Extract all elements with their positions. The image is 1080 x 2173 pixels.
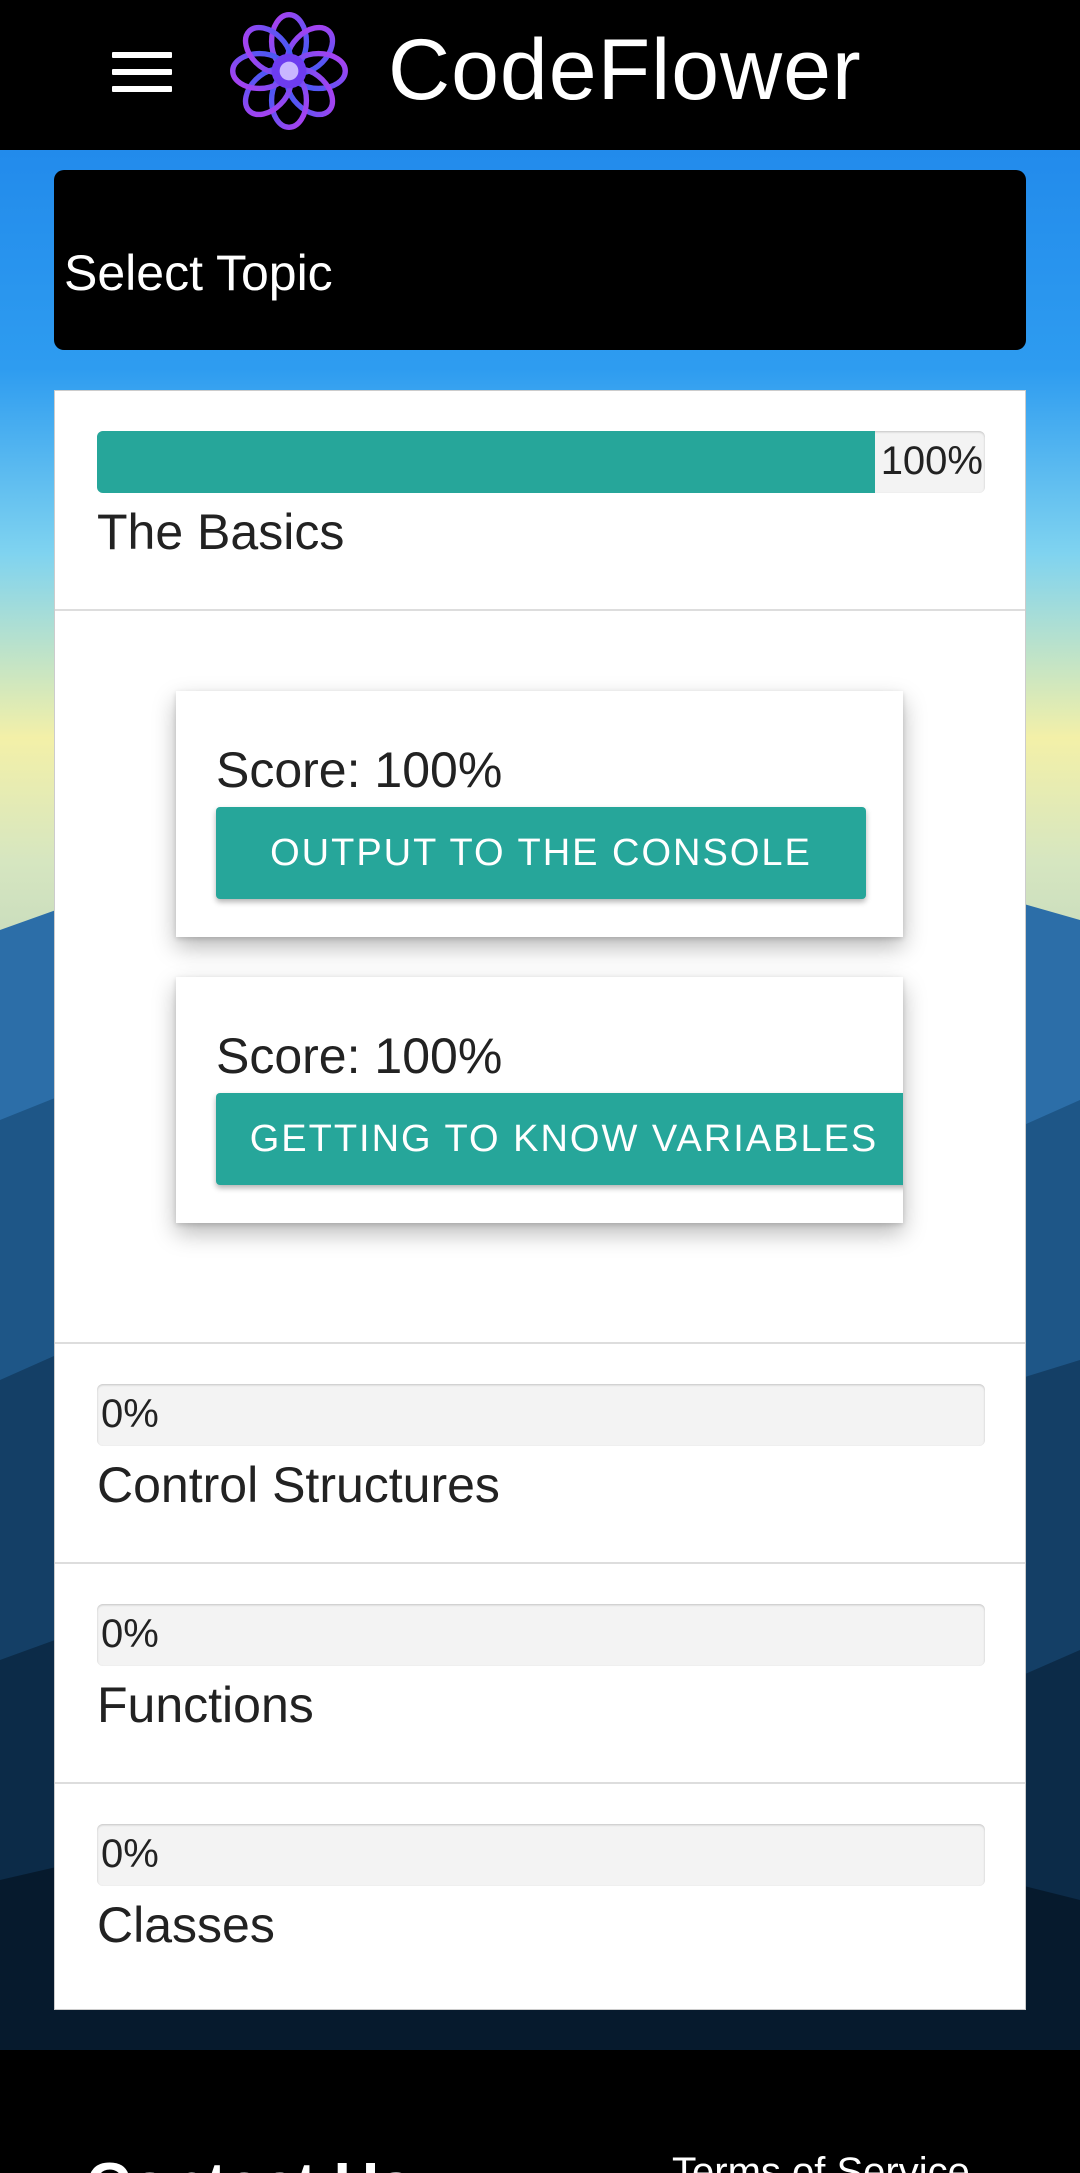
progress-percent: 0% <box>101 1612 159 1656</box>
topic-name: Classes <box>97 1897 275 1953</box>
lesson-score: Score: 100% <box>216 742 503 798</box>
output-to-the-console-button[interactable]: OUTPUT TO THE CONSOLE <box>216 807 866 899</box>
lesson-card: Score: 100% GETTING TO KNOW VARIABLES <box>176 977 903 1223</box>
progress-bar: 0% <box>97 1384 985 1446</box>
top-app-bar: CodeFlower <box>0 0 1080 150</box>
topic-control-structures[interactable]: 0% Control Structures <box>55 1344 1025 1564</box>
topic-the-basics[interactable]: 100% The Basics <box>55 391 1025 611</box>
progress-bar: 0% <box>97 1604 985 1666</box>
topic-classes[interactable]: 0% Classes <box>55 1784 1025 2004</box>
topic-name: The Basics <box>97 504 345 560</box>
topic-functions[interactable]: 0% Functions <box>55 1564 1025 1784</box>
footer: Contact Us Terms of Service <box>0 2050 1080 2173</box>
lesson-card: Score: 100% OUTPUT TO THE CONSOLE <box>176 691 903 937</box>
select-topic-label: Select Topic <box>64 245 333 301</box>
getting-to-know-variables-button[interactable]: GETTING TO KNOW VARIABLES <box>216 1093 903 1185</box>
topic-name: Functions <box>97 1677 314 1733</box>
lesson-score: Score: 100% <box>216 1028 503 1084</box>
app-title: CodeFlower <box>388 22 862 118</box>
topics-panel: 100% The Basics Score: 100% OUTPUT TO TH… <box>54 390 1026 2010</box>
codeflower-logo-icon <box>230 12 348 130</box>
progress-bar: 100% <box>97 431 985 493</box>
progress-fill <box>97 431 875 493</box>
progress-bar: 0% <box>97 1824 985 1886</box>
hamburger-menu-icon[interactable] <box>112 52 172 96</box>
progress-percent: 0% <box>101 1832 159 1876</box>
topic-name: Control Structures <box>97 1457 500 1513</box>
terms-of-service-link[interactable]: Terms of Service <box>672 2150 970 2173</box>
progress-percent: 0% <box>101 1392 159 1436</box>
contact-us-heading: Contact Us <box>86 2150 413 2173</box>
progress-percent: 100% <box>880 439 983 483</box>
topic-lessons-list: Score: 100% OUTPUT TO THE CONSOLE Score:… <box>55 611 1025 1344</box>
select-topic-dropdown[interactable]: Select Topic <box>54 170 1026 350</box>
